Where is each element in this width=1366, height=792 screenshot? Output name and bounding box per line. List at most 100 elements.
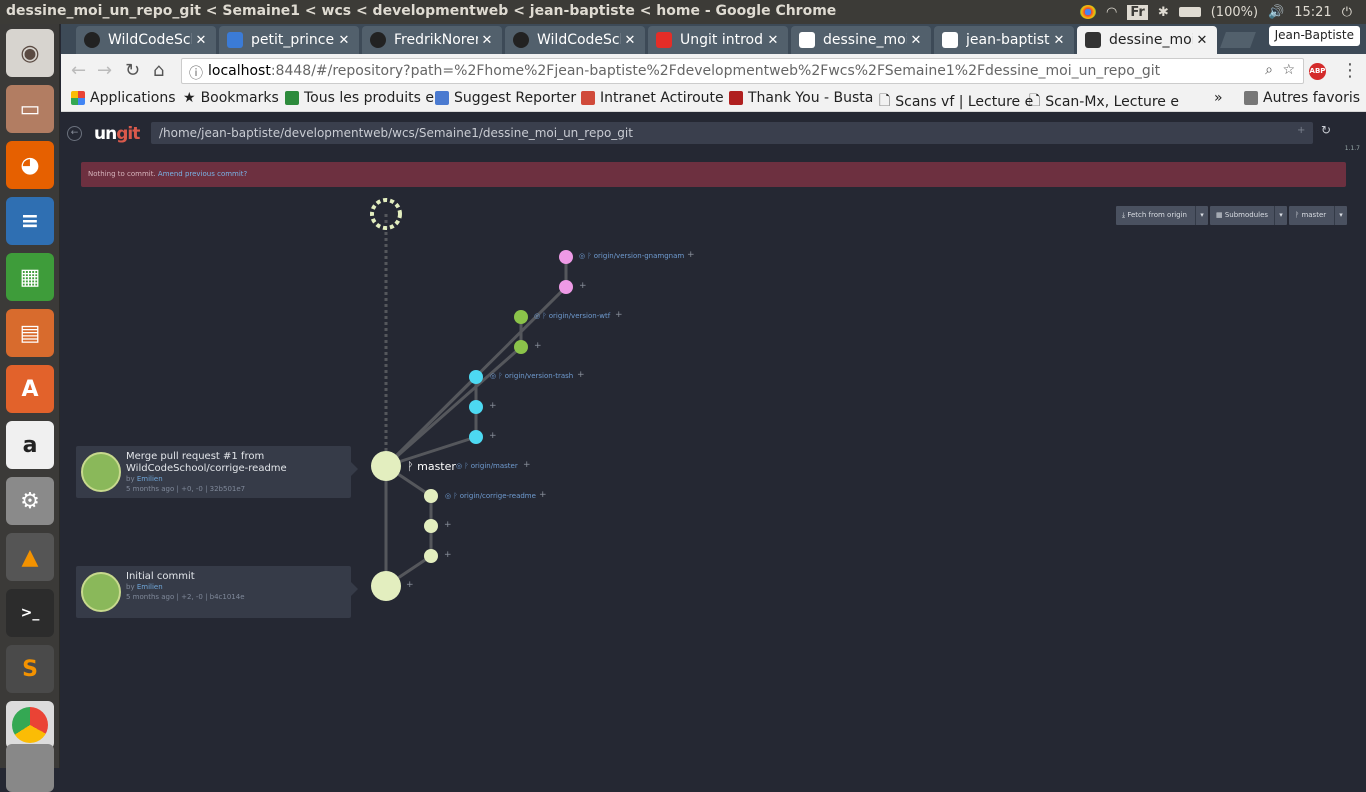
trash-icon[interactable] — [6, 744, 54, 792]
bookmarks-overflow[interactable]: » — [1214, 90, 1223, 106]
branch-dropdown-icon[interactable]: ▾ — [1334, 206, 1347, 225]
settings-icon[interactable]: ⚙ — [6, 477, 54, 525]
info-icon[interactable]: ⓘ — [189, 63, 203, 83]
repository-path-input[interactable]: /home/jean-baptiste/developmentweb/wcs/S… — [151, 122, 1313, 144]
bookmark-item[interactable]: Suggest Reporter — [435, 90, 576, 106]
ref-corrige-readme[interactable]: ◎ ᚹ origin/corrige-readme — [445, 492, 536, 500]
add-ref-icon[interactable]: + — [534, 341, 542, 351]
add-ref-icon[interactable]: + — [539, 490, 547, 500]
tab[interactable]: petit_prince ✕ — [219, 26, 359, 54]
chrome-tray-icon[interactable] — [1080, 5, 1097, 19]
add-ref-icon[interactable]: + — [687, 250, 695, 260]
commit-card[interactable]: Merge pull request #1 from WildCodeSchoo… — [76, 446, 358, 498]
menu-icon[interactable]: ⋮ — [1341, 60, 1359, 81]
chrome-icon[interactable] — [6, 701, 54, 749]
add-ref-icon[interactable]: + — [489, 431, 497, 441]
keyboard-layout[interactable]: Fr — [1127, 4, 1148, 20]
add-ref-icon[interactable]: + — [579, 281, 587, 291]
add-ref-icon[interactable]: + — [615, 310, 623, 320]
bookmark-item[interactable]: Thank You - Busta — [729, 90, 873, 106]
bookmarks-bar: Applications ★ Bookmarks Tous les produit… — [61, 88, 1366, 112]
ubuntu-icon[interactable]: ◉ — [6, 29, 54, 77]
calc-icon[interactable]: ▦ — [6, 253, 54, 301]
bookmark-item[interactable]: Tous les produits e — [285, 90, 434, 106]
back-icon[interactable]: ← — [67, 126, 82, 141]
new-tab-button[interactable] — [1220, 32, 1256, 48]
submodules-dropdown-icon[interactable]: ▾ — [1274, 206, 1287, 225]
forward-button[interactable]: → — [97, 60, 112, 81]
clock[interactable]: 15:21 — [1294, 5, 1331, 20]
vlc-icon[interactable]: ▲ — [6, 533, 54, 581]
bookmark-item[interactable]: 🗋 Scans vf | Lecture e — [879, 90, 1033, 114]
close-tab-icon[interactable]: ✕ — [335, 33, 353, 48]
bookmark-item[interactable]: ★ Bookmarks — [183, 90, 279, 106]
commit-node-cyan — [469, 370, 483, 384]
bookmark-item[interactable]: Intranet Actiroute — [581, 90, 724, 106]
amend-link[interactable]: Amend previous commit? — [158, 170, 247, 178]
software-center-icon[interactable]: A — [6, 365, 54, 413]
ref-wtf[interactable]: ◎ ᚹ origin/version-wtf — [534, 312, 610, 320]
star-icon[interactable]: ☆ — [1282, 62, 1295, 78]
back-button[interactable]: ← — [71, 60, 86, 81]
close-tab-icon[interactable]: ✕ — [478, 33, 496, 48]
wifi-icon[interactable]: ◠ — [1106, 5, 1117, 20]
tab[interactable]: WildCodeSch ✕ — [505, 26, 645, 54]
bookmark-apps[interactable]: Applications — [71, 90, 176, 106]
address-bar[interactable]: ⓘ localhost:8448/#/repository?path=%2Fho… — [181, 58, 1304, 84]
amazon-icon[interactable]: a — [6, 421, 54, 469]
impress-icon[interactable]: ▤ — [6, 309, 54, 357]
files-icon[interactable]: ▭ — [6, 85, 54, 133]
ungit-logo[interactable]: ungit — [94, 124, 140, 144]
close-tab-icon[interactable]: ✕ — [1050, 33, 1068, 48]
tab[interactable]: FredrikNoren ✕ — [362, 26, 502, 54]
close-tab-icon[interactable]: ✕ — [764, 33, 782, 48]
bookmark-other[interactable]: Autres favoris — [1244, 90, 1360, 106]
writer-icon[interactable]: ≡ — [6, 197, 54, 245]
branch-master-label[interactable]: ᚹ master — [407, 460, 456, 473]
terminal-icon[interactable]: >_ — [6, 589, 54, 637]
reload-button[interactable]: ↻ — [125, 60, 140, 81]
fetch-button[interactable]: ⤓ Fetch from origin ▾ — [1116, 206, 1208, 225]
branch-button[interactable]: ᚹ master ▾ — [1289, 206, 1347, 225]
bookmark-item[interactable]: 🗋 Scan-Mx, Lecture e — [1029, 90, 1179, 114]
fetch-dropdown-icon[interactable]: ▾ — [1195, 206, 1208, 225]
ref-trash[interactable]: ◎ ᚹ origin/version-trash — [490, 372, 573, 380]
ungit-icon — [942, 32, 958, 48]
power-icon[interactable]: ⏻ — [1342, 5, 1352, 20]
battery-percent[interactable]: (100%) — [1211, 5, 1258, 20]
bluetooth-icon[interactable]: ✱ — [1158, 5, 1169, 20]
battery-icon[interactable] — [1178, 7, 1201, 17]
tab[interactable]: dessine_moi_✕ — [791, 26, 931, 54]
volume-icon[interactable]: 🔊 — [1268, 5, 1284, 20]
add-ref-icon[interactable]: + — [489, 401, 497, 411]
add-ref-icon[interactable]: + — [523, 460, 531, 470]
profile-button[interactable]: Jean-Baptiste — [1268, 26, 1360, 46]
tab-active[interactable]: dessine_moi_✕ — [1077, 26, 1217, 54]
ungit-app: ← ungit /home/jean-baptiste/developmentw… — [61, 112, 1366, 768]
add-ref-icon[interactable]: + — [406, 580, 414, 590]
zoom-icon[interactable]: ⌕ — [1265, 62, 1273, 78]
tab[interactable]: Ungit introdu ✕ — [648, 26, 788, 54]
ref-origin-master[interactable]: ◎ ᚹ origin/master — [456, 462, 518, 470]
github-icon — [370, 32, 386, 48]
submodules-button[interactable]: ▦ Submodules ▾ — [1210, 206, 1287, 225]
home-button[interactable]: ⌂ — [153, 60, 164, 81]
close-tab-icon[interactable]: ✕ — [1193, 33, 1211, 48]
close-tab-icon[interactable]: ✕ — [192, 33, 210, 48]
add-ref-icon[interactable]: + — [444, 520, 452, 530]
add-path-icon[interactable]: + — [1297, 125, 1305, 136]
refresh-icon[interactable]: ↻ — [1321, 123, 1331, 137]
add-ref-icon[interactable]: + — [577, 370, 585, 380]
add-ref-icon[interactable]: + — [444, 550, 452, 560]
sublime-icon[interactable]: S — [6, 645, 54, 693]
grid-icon: ▦ — [1216, 211, 1225, 219]
commit-card[interactable]: Initial commit by Emilien 5 months ago |… — [76, 566, 358, 618]
ref-gnamgnam[interactable]: ◎ ᚹ origin/version-gnamgnam — [579, 252, 684, 260]
firefox-icon[interactable]: ◕ — [6, 141, 54, 189]
adblock-icon[interactable]: ABP — [1309, 63, 1326, 80]
tab-strip: WildCodeSch ✕ petit_prince ✕ FredrikNoren ✕… — [61, 24, 1366, 54]
close-tab-icon[interactable]: ✕ — [621, 33, 639, 48]
close-tab-icon[interactable]: ✕ — [907, 33, 925, 48]
tab[interactable]: WildCodeSch ✕ — [76, 26, 216, 54]
tab[interactable]: jean-baptiste ✕ — [934, 26, 1074, 54]
